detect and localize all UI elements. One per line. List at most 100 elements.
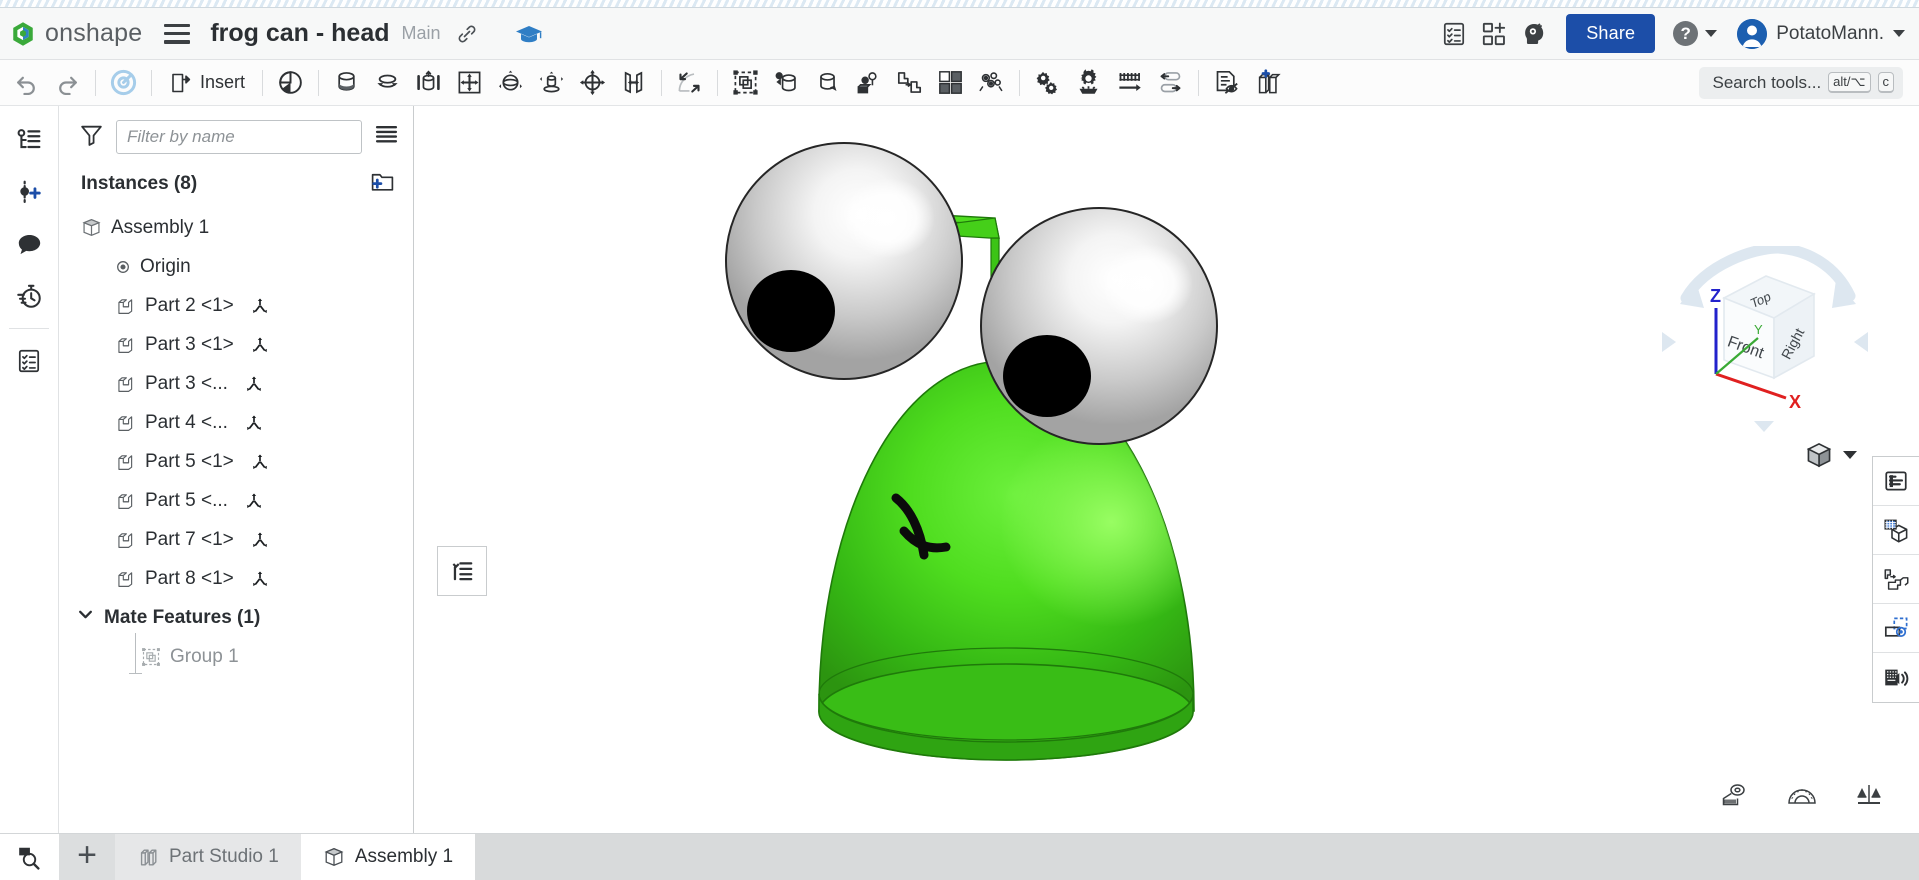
search-tools-label: Search tools... bbox=[1712, 72, 1822, 92]
filter-funnel-icon[interactable] bbox=[79, 122, 104, 152]
hide-document-button[interactable] bbox=[1206, 63, 1247, 103]
scale-balance-icon[interactable] bbox=[1855, 782, 1883, 813]
rack-pinion-button[interactable] bbox=[1109, 63, 1150, 103]
tree-node-part[interactable]: Part 2 <1> bbox=[59, 286, 413, 325]
group-button[interactable] bbox=[725, 63, 766, 103]
exploded-view-button[interactable] bbox=[1873, 555, 1919, 604]
render-button[interactable] bbox=[1873, 604, 1919, 653]
list-view-icon[interactable] bbox=[374, 122, 399, 152]
tangent-mate-button[interactable] bbox=[613, 63, 654, 103]
rail-item-history[interactable] bbox=[6, 270, 52, 322]
app-grid-add-icon[interactable] bbox=[1474, 14, 1514, 54]
tree-node-part[interactable]: Part 5 <... bbox=[59, 481, 413, 520]
pin-slot-mate-button[interactable] bbox=[531, 63, 572, 103]
viewport-measure-tools bbox=[1720, 782, 1883, 813]
instances-count-label: Instances (8) bbox=[81, 173, 198, 194]
app-body: Instances (8) bbox=[0, 106, 1919, 833]
tree-node-part[interactable]: Part 3 <... bbox=[59, 364, 413, 403]
mate-connector-button[interactable] bbox=[669, 63, 710, 103]
planar-mate-button[interactable] bbox=[449, 63, 490, 103]
insert-button-label: Insert bbox=[200, 72, 246, 92]
tree-node-part[interactable]: Part 3 <1> bbox=[59, 325, 413, 364]
part-icon bbox=[115, 334, 136, 355]
tree-node-part[interactable]: Part 4 <... bbox=[59, 403, 413, 442]
undo-button[interactable] bbox=[6, 63, 47, 103]
chevron-down-icon[interactable] bbox=[77, 606, 94, 629]
parallel-mate-button[interactable] bbox=[572, 63, 613, 103]
new-folder-icon[interactable] bbox=[370, 170, 395, 198]
exploded-parts-button[interactable] bbox=[971, 63, 1012, 103]
assembly-cube-icon bbox=[81, 217, 102, 238]
fastened-mate-button[interactable] bbox=[270, 63, 311, 103]
frog-head-model[interactable] bbox=[699, 126, 1399, 833]
display-mode-control[interactable] bbox=[1804, 441, 1857, 469]
onshape-app-window: onshape frog can - head Main Share ? Pot… bbox=[0, 0, 1919, 880]
relation-button[interactable] bbox=[766, 63, 807, 103]
keyboard-shortcuts-button[interactable] bbox=[1873, 653, 1919, 702]
measuring-tape-icon[interactable] bbox=[1720, 782, 1749, 813]
chevron-down-icon[interactable] bbox=[1843, 451, 1857, 459]
tab-label: Assembly 1 bbox=[354, 846, 454, 867]
tree-node-group[interactable]: Group 1 bbox=[59, 633, 413, 676]
graduation-cap-icon[interactable] bbox=[515, 22, 543, 46]
tree-node-part[interactable]: Part 5 <1> bbox=[59, 442, 413, 481]
tree-node-part[interactable]: Part 7 <1> bbox=[59, 520, 413, 559]
hamburger-menu-icon[interactable] bbox=[164, 23, 191, 44]
tree-node-part[interactable]: Part 8 <1> bbox=[59, 559, 413, 598]
linear-relation-button[interactable] bbox=[1150, 63, 1191, 103]
toolbar-divider bbox=[262, 69, 264, 96]
add-bom-button[interactable] bbox=[1247, 63, 1288, 103]
chevron-down-icon bbox=[1893, 30, 1905, 37]
part-icon bbox=[115, 568, 136, 589]
assembly-pattern-button[interactable] bbox=[848, 63, 889, 103]
browser-chrome-stripe bbox=[0, 0, 1919, 8]
slider-mate-button[interactable] bbox=[367, 63, 408, 103]
revolute-mate-button[interactable] bbox=[326, 63, 367, 103]
document-title[interactable]: frog can - head bbox=[210, 19, 389, 48]
user-name-label: PotatoMann. bbox=[1776, 22, 1884, 44]
view-cube[interactable]: Top Front Right Z X Y bbox=[1658, 246, 1873, 441]
collapse-list-icon bbox=[452, 562, 473, 581]
gears-button[interactable] bbox=[1027, 63, 1068, 103]
tab-assembly-1[interactable]: Assembly 1 bbox=[300, 834, 476, 880]
tab-part-studio-1[interactable]: Part Studio 1 bbox=[115, 834, 301, 880]
display-states-button[interactable] bbox=[1873, 457, 1919, 506]
collapse-list-panel[interactable] bbox=[437, 546, 487, 596]
tree-node-assembly-root[interactable]: Assembly 1 bbox=[59, 208, 413, 247]
protractor-icon[interactable] bbox=[1787, 782, 1817, 813]
redo-button[interactable] bbox=[47, 63, 88, 103]
cylindrical-mate-button[interactable] bbox=[408, 63, 449, 103]
configure-button[interactable] bbox=[1068, 63, 1109, 103]
tree-node-origin[interactable]: Origin bbox=[59, 247, 413, 286]
ball-mate-button[interactable] bbox=[490, 63, 531, 103]
toolbar-divider bbox=[95, 69, 96, 96]
add-tab-button[interactable]: + bbox=[59, 834, 115, 880]
rail-item-add-mate-connector[interactable] bbox=[6, 166, 52, 218]
rail-item-tasks[interactable] bbox=[6, 335, 52, 387]
replicate-button[interactable] bbox=[807, 63, 848, 103]
user-menu[interactable]: PotatoMann. bbox=[1737, 18, 1905, 49]
mate-connector-icon bbox=[250, 569, 270, 589]
task-list-icon[interactable] bbox=[1434, 14, 1474, 54]
onshape-logo[interactable]: onshape bbox=[10, 19, 142, 48]
graphics-viewport[interactable]: Top Front Right Z X Y bbox=[414, 106, 1919, 833]
help-menu[interactable]: ? bbox=[1673, 21, 1718, 46]
transform-copy-button[interactable] bbox=[889, 63, 930, 103]
filter-input[interactable] bbox=[116, 120, 362, 154]
explode-view-button[interactable] bbox=[930, 63, 971, 103]
rail-item-comments[interactable] bbox=[6, 218, 52, 270]
document-search-button[interactable] bbox=[0, 834, 59, 880]
insert-button[interactable]: Insert bbox=[159, 63, 255, 103]
section-view-button[interactable] bbox=[1873, 506, 1919, 555]
mate-features-header[interactable]: Mate Features (1) bbox=[59, 598, 413, 637]
ai-advisor-icon[interactable] bbox=[1514, 14, 1554, 54]
assembly-rebuild-button[interactable] bbox=[103, 63, 144, 103]
share-button[interactable]: Share bbox=[1566, 14, 1656, 53]
branch-label[interactable]: Main bbox=[402, 23, 441, 44]
left-icon-rail bbox=[0, 106, 59, 833]
link-icon[interactable] bbox=[455, 22, 479, 46]
mate-connector-icon bbox=[250, 452, 270, 472]
rail-item-assembly-tree[interactable] bbox=[6, 114, 52, 166]
search-tools-button[interactable]: Search tools... alt/⌥ c bbox=[1698, 66, 1903, 99]
tree-node-label: Part 5 <1> bbox=[145, 450, 234, 472]
